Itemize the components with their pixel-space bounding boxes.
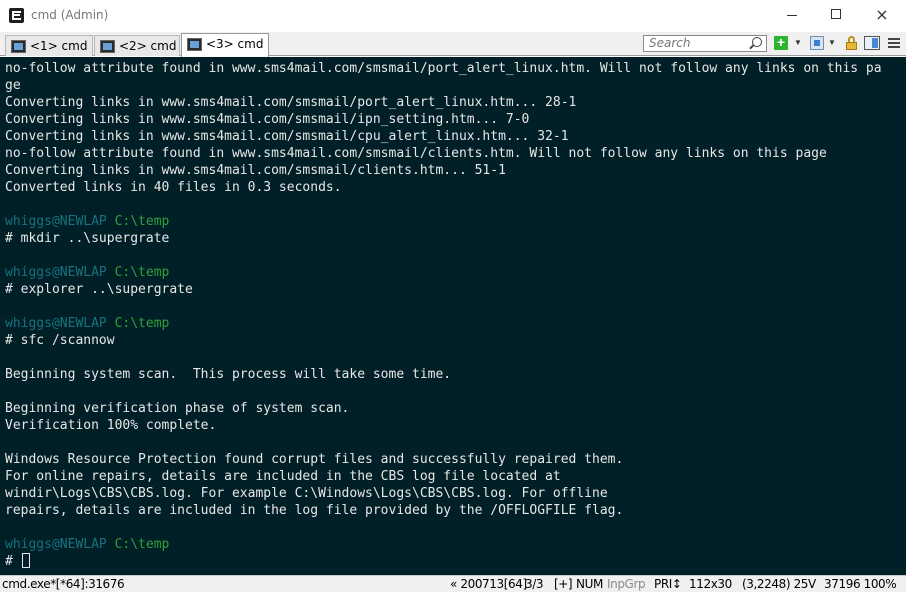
tab-label: <1> cmd (30, 39, 88, 53)
prompt-path: C:\temp (114, 214, 170, 229)
minimize-icon (787, 15, 797, 16)
console-text: Converting links in www.sms4mail.com/sms… (5, 95, 577, 110)
console-line: Converting links in www.sms4mail.com/sms… (5, 94, 906, 111)
console-text: ge (5, 78, 21, 93)
tab-label: <3> cmd (206, 37, 264, 51)
prompt-path: C:\temp (114, 265, 170, 280)
console-text: Verification 100% complete. (5, 418, 217, 433)
prompt-user: whiggs@NEWLAP (5, 537, 107, 552)
conemu-icon[interactable] (9, 8, 24, 23)
console-text: # explorer ..\supergrate (5, 282, 193, 297)
lock-icon[interactable] (846, 36, 857, 50)
console-text: # (5, 554, 21, 569)
text-cursor (21, 553, 30, 568)
console-line: windir\Logs\CBS\CBS.log. For example C:\… (5, 485, 906, 502)
console-line: Converting links in www.sms4mail.com/sms… (5, 111, 906, 128)
console-line: Verification 100% complete. (5, 417, 906, 434)
status-info[interactable]: « 200713[64] (450, 577, 527, 591)
console-line: Beginning system scan. This process will… (5, 366, 906, 383)
maximize-icon (831, 9, 841, 19)
search-input[interactable]: Search (643, 35, 767, 52)
status-size[interactable]: 112x30 (689, 577, 732, 591)
status-cursor[interactable]: (3,2248) 25V (742, 577, 816, 591)
status-bar: cmd.exe*[*64]:31676 « 200713[64] 3/3 [+]… (0, 575, 906, 592)
console-icon (11, 40, 26, 53)
tab-label: <2> cmd (119, 39, 177, 53)
maximize-button[interactable] (814, 0, 860, 30)
console-line: Converted links in 40 files in 0.3 secon… (5, 179, 906, 196)
status-pid-zoom[interactable]: 37196 100% (824, 577, 897, 591)
console-line: Windows Resource Protection found corrup… (5, 451, 906, 468)
console-line: ge (5, 77, 906, 94)
console-scrollbar[interactable] (898, 57, 906, 575)
console-icon (100, 40, 115, 53)
console-text: windir\Logs\CBS\CBS.log. For example C:\… (5, 486, 608, 501)
console-line: no-follow attribute found in www.sms4mai… (5, 60, 906, 77)
console-text: Converting links in www.sms4mail.com/sms… (5, 163, 506, 178)
status-plus[interactable]: [+] (554, 577, 573, 591)
status-process[interactable]: cmd.exe*[*64]:31676 (2, 577, 125, 591)
console-line: no-follow attribute found in www.sms4mai… (5, 145, 906, 162)
prompt-path: C:\temp (114, 537, 170, 552)
console-text: no-follow attribute found in www.sms4mai… (5, 61, 882, 76)
console-text: # sfc /scannow (5, 333, 115, 348)
console-text: For online repairs, details are included… (5, 469, 561, 484)
console-line: # mkdir ..\supergrate (5, 230, 906, 247)
console-text: Windows Resource Protection found corrup… (5, 452, 624, 467)
console-text: Converting links in www.sms4mail.com/sms… (5, 112, 530, 127)
window-title: cmd (Admin) (31, 8, 109, 22)
prompt-path: C:\temp (114, 316, 170, 331)
console-line: # explorer ..\supergrate (5, 281, 906, 298)
status-pages[interactable]: 3/3 (525, 577, 544, 591)
console-text: Converting links in www.sms4mail.com/sms… (5, 129, 569, 144)
search-icon[interactable] (752, 37, 762, 47)
console-line: whiggs@NEWLAP C:\temp (5, 264, 906, 281)
console-icon (187, 38, 202, 51)
split-view-icon[interactable] (864, 36, 880, 50)
console-text: Beginning verification phase of system s… (5, 401, 350, 416)
window-menu-dropdown-icon[interactable]: ▼ (828, 36, 836, 50)
console-line: Converting links in www.sms4mail.com/sms… (5, 128, 906, 145)
tab-1-cmd[interactable]: <1> cmd (5, 35, 93, 56)
close-button[interactable]: × (859, 0, 905, 30)
tab-2-cmd[interactable]: <2> cmd (94, 35, 180, 56)
console-line: # sfc /scannow (5, 332, 906, 349)
console-line: Beginning verification phase of system s… (5, 400, 906, 417)
minimize-button[interactable] (770, 0, 816, 30)
console-text: no-follow attribute found in www.sms4mai… (5, 146, 827, 161)
console-line: whiggs@NEWLAP C:\temp (5, 315, 906, 332)
close-icon: × (875, 5, 889, 24)
console-line: repairs, details are included in the log… (5, 502, 906, 519)
console-text: # mkdir ..\supergrate (5, 231, 170, 246)
hamburger-menu-icon[interactable] (888, 36, 900, 50)
console-line: For online repairs, details are included… (5, 468, 906, 485)
console-output[interactable]: no-follow attribute found in www.sms4mai… (0, 57, 906, 575)
tab-bar: <1> cmd <2> cmd <3> cmd (0, 32, 906, 57)
new-console-dropdown-icon[interactable]: ▼ (794, 36, 802, 50)
console-line: whiggs@NEWLAP C:\temp (5, 213, 906, 230)
prompt-user: whiggs@NEWLAP (5, 265, 107, 280)
console-line: Converting links in www.sms4mail.com/sms… (5, 162, 906, 179)
console-text: repairs, details are included in the log… (5, 503, 624, 518)
prompt-user: whiggs@NEWLAP (5, 214, 107, 229)
console-text: Beginning system scan. This process will… (5, 367, 452, 382)
status-priority[interactable]: PRI↕ (654, 577, 682, 591)
prompt-user: whiggs@NEWLAP (5, 316, 107, 331)
window-menu-icon[interactable] (810, 36, 824, 50)
status-num[interactable]: NUM (576, 577, 603, 591)
status-input-group[interactable]: InpGrp (607, 577, 646, 591)
new-console-icon[interactable]: + (774, 35, 788, 50)
console-text: Converted links in 40 files in 0.3 secon… (5, 180, 342, 195)
tab-3-cmd[interactable]: <3> cmd (181, 33, 269, 57)
title-bar[interactable]: cmd (Admin) × (0, 0, 906, 32)
console-line: whiggs@NEWLAP C:\temp (5, 536, 906, 553)
console-line: # (5, 553, 906, 570)
